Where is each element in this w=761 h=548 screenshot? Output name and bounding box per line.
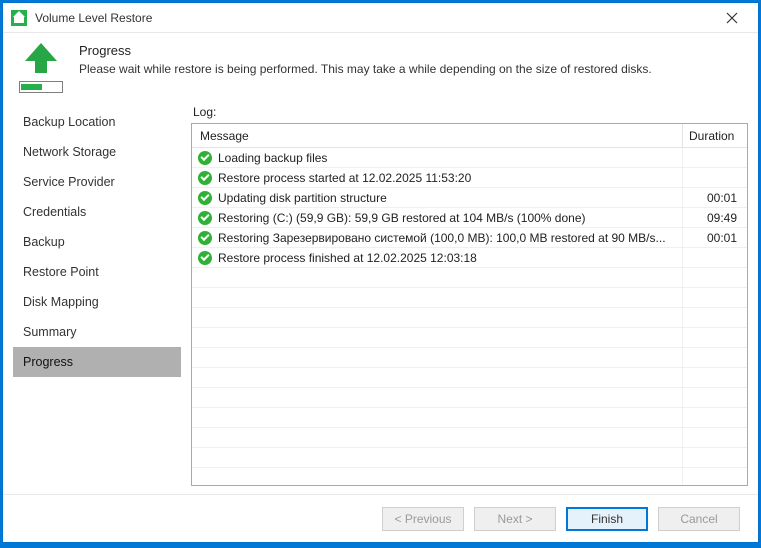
success-icon bbox=[198, 151, 212, 165]
log-row[interactable]: Restore process finished at 12.02.2025 1… bbox=[192, 248, 747, 268]
log-row[interactable]: Updating disk partition structure00:01 bbox=[192, 188, 747, 208]
main: Log: Message Duration Loading backup fil… bbox=[191, 101, 748, 486]
col-duration[interactable]: Duration bbox=[683, 129, 747, 143]
success-icon bbox=[198, 251, 212, 265]
sidebar-item[interactable]: Disk Mapping bbox=[13, 287, 181, 317]
empty-row bbox=[192, 428, 747, 448]
success-icon bbox=[198, 191, 212, 205]
close-icon bbox=[726, 12, 738, 24]
sidebar-item[interactable]: Credentials bbox=[13, 197, 181, 227]
log-row[interactable]: Restoring (C:) (59,9 GB): 59,9 GB restor… bbox=[192, 208, 747, 228]
log-duration: 09:49 bbox=[683, 211, 747, 225]
sidebar-item[interactable]: Restore Point bbox=[13, 257, 181, 287]
sidebar-item[interactable]: Backup bbox=[13, 227, 181, 257]
empty-row bbox=[192, 288, 747, 308]
log-rows: Loading backup filesRestore process star… bbox=[192, 148, 747, 485]
sidebar: Backup LocationNetwork StorageService Pr… bbox=[13, 101, 181, 486]
progress-bar-icon bbox=[19, 81, 63, 93]
previous-button: < Previous bbox=[382, 507, 464, 531]
header: Progress Please wait while restore is be… bbox=[3, 33, 758, 101]
log-message: Restoring Зарезервировано системой (100,… bbox=[192, 228, 683, 247]
log-row[interactable]: Restoring Зарезервировано системой (100,… bbox=[192, 228, 747, 248]
up-arrow-icon bbox=[25, 43, 57, 61]
log-row[interactable]: Restore process started at 12.02.2025 11… bbox=[192, 168, 747, 188]
empty-row bbox=[192, 448, 747, 468]
log-row[interactable]: Loading backup files bbox=[192, 148, 747, 168]
app-icon bbox=[11, 10, 27, 26]
window-title: Volume Level Restore bbox=[35, 11, 712, 25]
next-button: Next > bbox=[474, 507, 556, 531]
cancel-button: Cancel bbox=[658, 507, 740, 531]
empty-row bbox=[192, 388, 747, 408]
header-text: Progress Please wait while restore is be… bbox=[79, 43, 652, 76]
empty-row bbox=[192, 328, 747, 348]
col-message[interactable]: Message bbox=[192, 124, 683, 147]
titlebar: Volume Level Restore bbox=[3, 3, 758, 33]
sidebar-item[interactable]: Backup Location bbox=[13, 107, 181, 137]
sidebar-item[interactable]: Progress bbox=[13, 347, 181, 377]
log-header: Message Duration bbox=[192, 124, 747, 148]
log-duration: 00:01 bbox=[683, 231, 747, 245]
page-subtitle: Please wait while restore is being perfo… bbox=[79, 62, 652, 76]
empty-row bbox=[192, 408, 747, 428]
log-message: Loading backup files bbox=[192, 148, 683, 167]
log-message: Updating disk partition structure bbox=[192, 188, 683, 207]
empty-row bbox=[192, 368, 747, 388]
log-message: Restore process finished at 12.02.2025 1… bbox=[192, 248, 683, 267]
sidebar-item[interactable]: Summary bbox=[13, 317, 181, 347]
footer: < Previous Next > Finish Cancel bbox=[3, 494, 758, 542]
empty-row bbox=[192, 308, 747, 328]
sidebar-item[interactable]: Network Storage bbox=[13, 137, 181, 167]
log-message: Restore process started at 12.02.2025 11… bbox=[192, 168, 683, 187]
body: Backup LocationNetwork StorageService Pr… bbox=[3, 101, 758, 494]
close-button[interactable] bbox=[712, 4, 752, 32]
header-icon bbox=[17, 43, 65, 93]
log-label: Log: bbox=[193, 105, 748, 119]
success-icon bbox=[198, 231, 212, 245]
success-icon bbox=[198, 211, 212, 225]
page-title: Progress bbox=[79, 43, 652, 58]
log-message: Restoring (C:) (59,9 GB): 59,9 GB restor… bbox=[192, 208, 683, 227]
finish-button[interactable]: Finish bbox=[566, 507, 648, 531]
log-duration: 00:01 bbox=[683, 191, 747, 205]
success-icon bbox=[198, 171, 212, 185]
empty-row bbox=[192, 348, 747, 368]
window: Volume Level Restore Progress Please wai… bbox=[3, 3, 758, 542]
sidebar-item[interactable]: Service Provider bbox=[13, 167, 181, 197]
log-box: Message Duration Loading backup filesRes… bbox=[191, 123, 748, 486]
empty-row bbox=[192, 468, 747, 485]
empty-row bbox=[192, 268, 747, 288]
